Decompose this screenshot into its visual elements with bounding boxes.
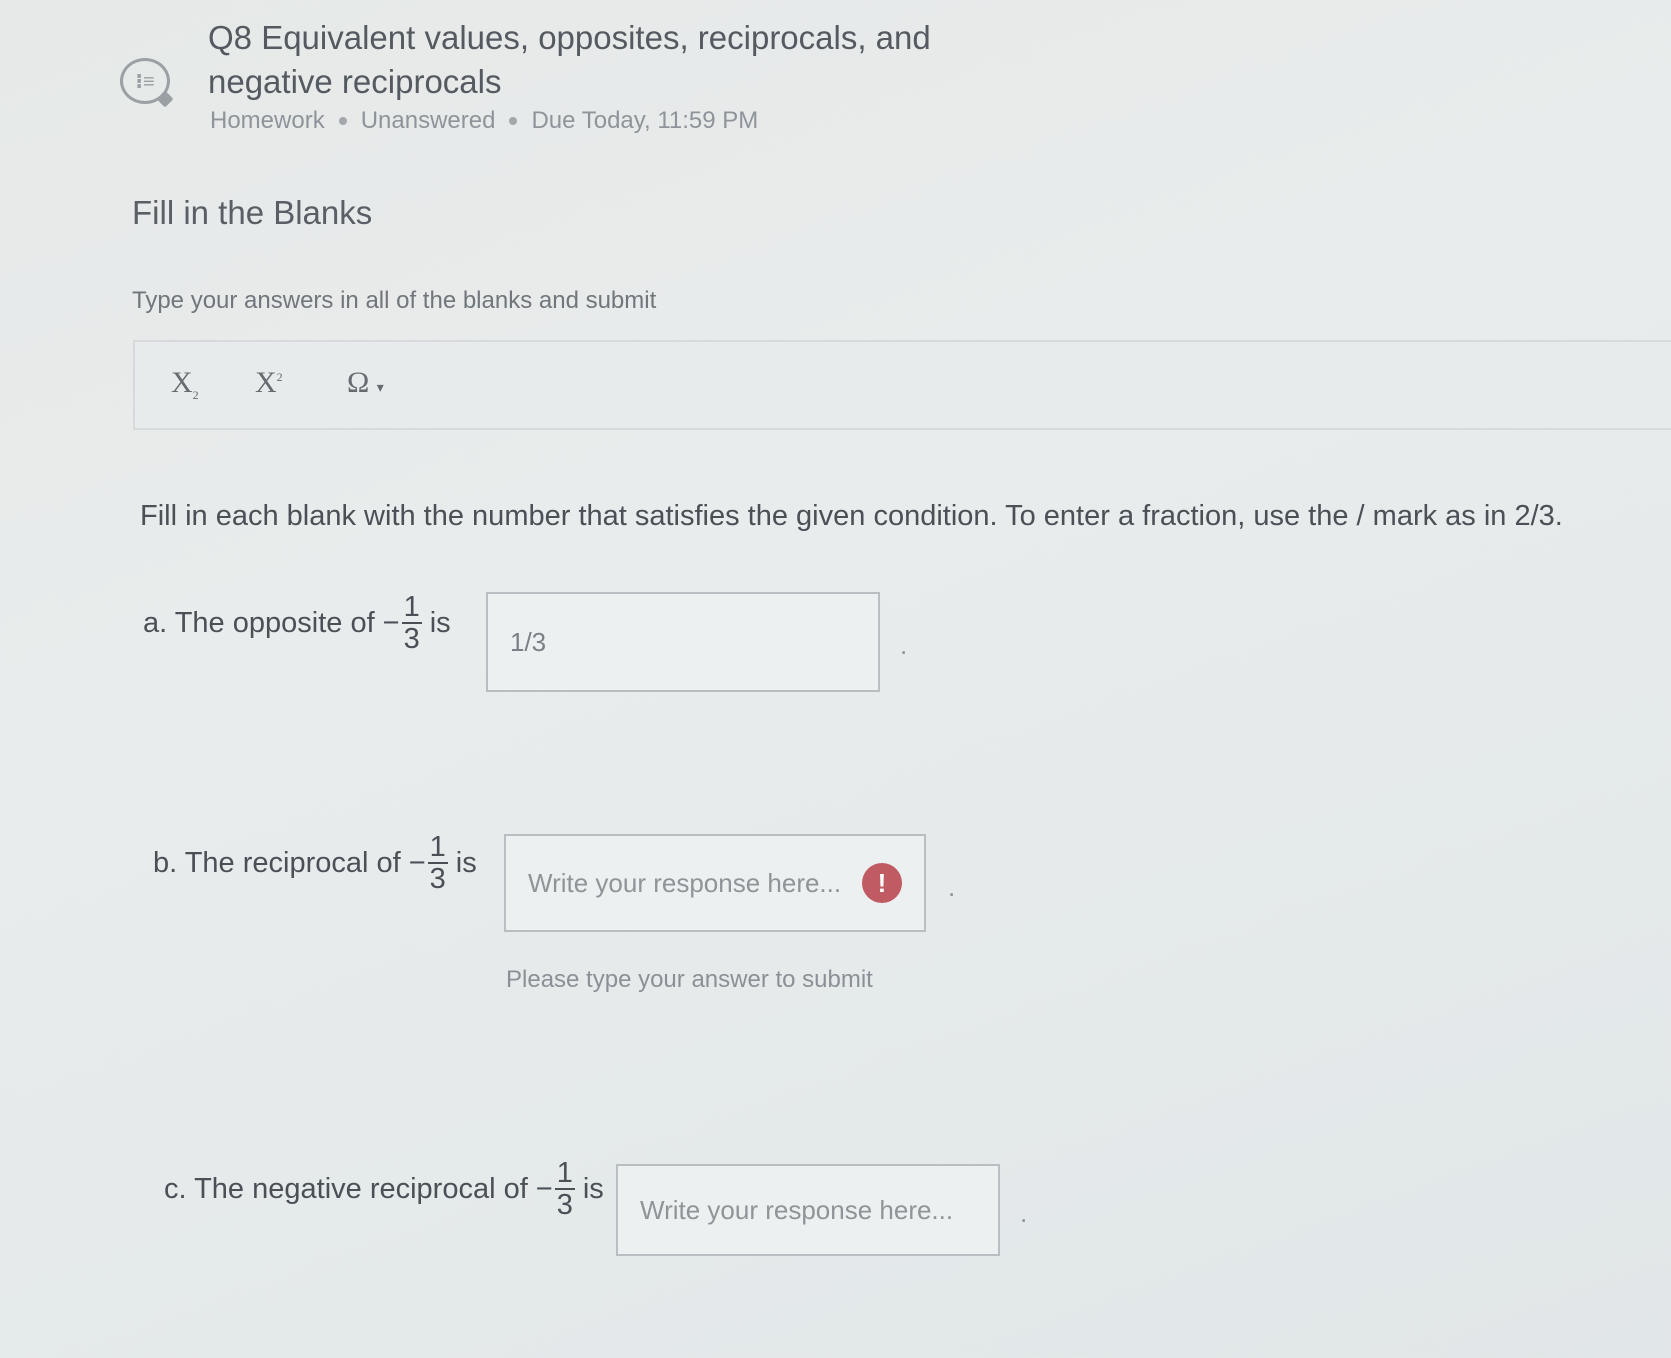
item-c-sign: −: [535, 1172, 553, 1205]
meta-due-date: Due Today, 11:59 PM: [531, 107, 759, 134]
answer-input-c[interactable]: Write your response here...: [616, 1164, 1000, 1256]
item-b-suffix: is: [455, 846, 477, 879]
item-b: b. The reciprocal of − 1 3 is: [153, 832, 477, 894]
item-b-sign: −: [408, 846, 426, 879]
section-title: Fill in the Blanks: [132, 194, 373, 231]
item-c-suffix: is: [582, 1172, 604, 1205]
subscript-button[interactable]: X2: [171, 366, 199, 403]
chevron-down-icon: ▾: [376, 381, 384, 396]
meta-separator-dot: [338, 117, 347, 125]
answer-input-b-placeholder: Write your response here...: [528, 867, 842, 898]
validation-message: Please type your answer to submit: [506, 966, 873, 993]
item-a-label: a. The opposite of: [143, 606, 375, 639]
answer-input-c-placeholder: Write your response here...: [640, 1194, 954, 1225]
item-b-end: .: [948, 872, 956, 902]
warning-icon: !: [862, 863, 902, 903]
item-a-sign: −: [382, 606, 400, 639]
item-a-suffix: is: [429, 606, 451, 639]
item-b-label: b. The reciprocal of: [153, 846, 401, 879]
item-a-end: .: [900, 630, 908, 660]
item-c: c. The negative reciprocal of − 1 3 is: [164, 1158, 604, 1220]
question-list-icon: ⁝≡: [120, 58, 170, 104]
answer-input-b[interactable]: Write your response here... !: [504, 834, 926, 932]
question-prompt: Fill in each blank with the number that …: [140, 500, 1563, 532]
meta-separator-dot: [509, 117, 518, 125]
answer-input-a[interactable]: 1/3: [486, 592, 880, 692]
item-c-end: .: [1020, 1198, 1028, 1228]
item-a: a. The opposite of − 1 3 is: [143, 592, 451, 654]
question-meta: Homework Unanswered Due Today, 11:59 PM: [210, 107, 758, 135]
item-c-label: c. The negative reciprocal of: [164, 1172, 528, 1205]
instructions: Type your answers in all of the blanks a…: [132, 287, 657, 314]
item-b-fraction: 1 3: [427, 831, 448, 895]
meta-type: Homework: [210, 107, 325, 134]
superscript-button[interactable]: X2: [255, 366, 283, 400]
special-characters-button[interactable]: Ω ▾: [347, 366, 384, 400]
omega-icon: Ω: [347, 366, 370, 399]
item-c-fraction: 1 3: [554, 1157, 575, 1221]
formatting-toolbar: X2 X2 Ω ▾: [133, 340, 1671, 430]
meta-status: Unanswered: [360, 107, 496, 134]
question-title: Q8 Equivalent values, opposites, recipro…: [208, 19, 931, 100]
item-a-fraction: 1 3: [401, 591, 422, 655]
list-glyph-icon: ⁝≡: [135, 70, 155, 93]
